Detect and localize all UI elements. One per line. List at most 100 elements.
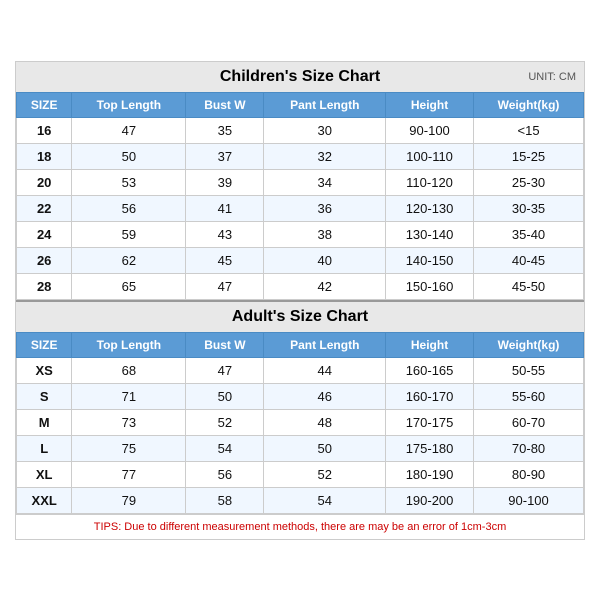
size-chart-container: Children's Size Chart UNIT: CM SIZE Top …: [15, 61, 585, 540]
table-cell: 56: [72, 195, 186, 221]
table-cell: 56: [186, 461, 264, 487]
adult-col-bust-w: Bust W: [186, 332, 264, 357]
col-weight: Weight(kg): [474, 92, 584, 117]
table-cell: 15-25: [474, 143, 584, 169]
table-cell: 52: [264, 461, 386, 487]
table-cell: 43: [186, 221, 264, 247]
table-row: 22564136120-13030-35: [17, 195, 584, 221]
tips-row: TIPS: Due to different measurement metho…: [16, 514, 584, 539]
table-cell: XL: [17, 461, 72, 487]
table-cell: XS: [17, 357, 72, 383]
table-cell: 39: [186, 169, 264, 195]
table-cell: 79: [72, 487, 186, 513]
table-cell: XXL: [17, 487, 72, 513]
col-size: SIZE: [17, 92, 72, 117]
table-cell: 16: [17, 117, 72, 143]
adult-title-row: Adult's Size Chart: [16, 300, 584, 332]
children-table: SIZE Top Length Bust W Pant Length Heigh…: [16, 92, 584, 300]
col-height: Height: [386, 92, 474, 117]
table-cell: 50: [186, 383, 264, 409]
table-cell: 180-190: [386, 461, 474, 487]
table-cell: 150-160: [386, 273, 474, 299]
table-cell: 35: [186, 117, 264, 143]
table-cell: 80-90: [474, 461, 584, 487]
table-cell: 37: [186, 143, 264, 169]
children-title: Children's Size Chart: [16, 68, 584, 86]
table-cell: 42: [264, 273, 386, 299]
table-cell: 40: [264, 247, 386, 273]
table-cell: 75: [72, 435, 186, 461]
adult-col-size: SIZE: [17, 332, 72, 357]
table-row: L755450175-18070-80: [17, 435, 584, 461]
col-top-length: Top Length: [72, 92, 186, 117]
table-cell: 35-40: [474, 221, 584, 247]
table-cell: 62: [72, 247, 186, 273]
table-cell: 50: [72, 143, 186, 169]
table-cell: M: [17, 409, 72, 435]
table-cell: 32: [264, 143, 386, 169]
adult-header-row: SIZE Top Length Bust W Pant Length Heigh…: [17, 332, 584, 357]
table-cell: 65: [72, 273, 186, 299]
table-cell: 120-130: [386, 195, 474, 221]
table-cell: 130-140: [386, 221, 474, 247]
table-cell: 24: [17, 221, 72, 247]
children-header-row: SIZE Top Length Bust W Pant Length Heigh…: [17, 92, 584, 117]
table-row: 20533934110-12025-30: [17, 169, 584, 195]
table-cell: 40-45: [474, 247, 584, 273]
col-bust-w: Bust W: [186, 92, 264, 117]
col-pant-length: Pant Length: [264, 92, 386, 117]
table-row: S715046160-17055-60: [17, 383, 584, 409]
table-cell: 71: [72, 383, 186, 409]
table-cell: 45-50: [474, 273, 584, 299]
table-cell: 20: [17, 169, 72, 195]
table-cell: 38: [264, 221, 386, 247]
tips-text: TIPS: Due to different measurement metho…: [94, 521, 506, 533]
table-cell: 22: [17, 195, 72, 221]
table-row: XS684744160-16550-55: [17, 357, 584, 383]
adult-title: Adult's Size Chart: [16, 308, 584, 326]
table-cell: <15: [474, 117, 584, 143]
table-cell: 170-175: [386, 409, 474, 435]
table-row: XXL795854190-20090-100: [17, 487, 584, 513]
table-row: 24594338130-14035-40: [17, 221, 584, 247]
table-cell: 54: [186, 435, 264, 461]
table-cell: 44: [264, 357, 386, 383]
unit-label: UNIT: CM: [528, 71, 576, 83]
table-cell: 48: [264, 409, 386, 435]
table-cell: 30-35: [474, 195, 584, 221]
table-cell: 50-55: [474, 357, 584, 383]
table-cell: 54: [264, 487, 386, 513]
table-cell: 70-80: [474, 435, 584, 461]
adult-col-pant-length: Pant Length: [264, 332, 386, 357]
table-cell: 55-60: [474, 383, 584, 409]
table-cell: 47: [72, 117, 186, 143]
table-cell: 68: [72, 357, 186, 383]
table-cell: 140-150: [386, 247, 474, 273]
adult-table: SIZE Top Length Bust W Pant Length Heigh…: [16, 332, 584, 514]
table-cell: 110-120: [386, 169, 474, 195]
table-cell: 90-100: [474, 487, 584, 513]
table-cell: 60-70: [474, 409, 584, 435]
table-cell: 190-200: [386, 487, 474, 513]
table-cell: 160-170: [386, 383, 474, 409]
table-cell: 160-165: [386, 357, 474, 383]
table-row: XL775652180-19080-90: [17, 461, 584, 487]
table-row: 1647353090-100<15: [17, 117, 584, 143]
table-cell: 73: [72, 409, 186, 435]
table-cell: 30: [264, 117, 386, 143]
table-cell: 18: [17, 143, 72, 169]
table-cell: 45: [186, 247, 264, 273]
table-cell: 46: [264, 383, 386, 409]
children-title-row: Children's Size Chart UNIT: CM: [16, 62, 584, 92]
table-row: M735248170-17560-70: [17, 409, 584, 435]
table-cell: 36: [264, 195, 386, 221]
table-cell: 47: [186, 357, 264, 383]
table-cell: 25-30: [474, 169, 584, 195]
adult-col-height: Height: [386, 332, 474, 357]
table-cell: 59: [72, 221, 186, 247]
table-cell: 100-110: [386, 143, 474, 169]
table-row: 26624540140-15040-45: [17, 247, 584, 273]
table-cell: 26: [17, 247, 72, 273]
table-cell: 58: [186, 487, 264, 513]
children-tbody: 1647353090-100<1518503732100-11015-25 205…: [17, 117, 584, 299]
